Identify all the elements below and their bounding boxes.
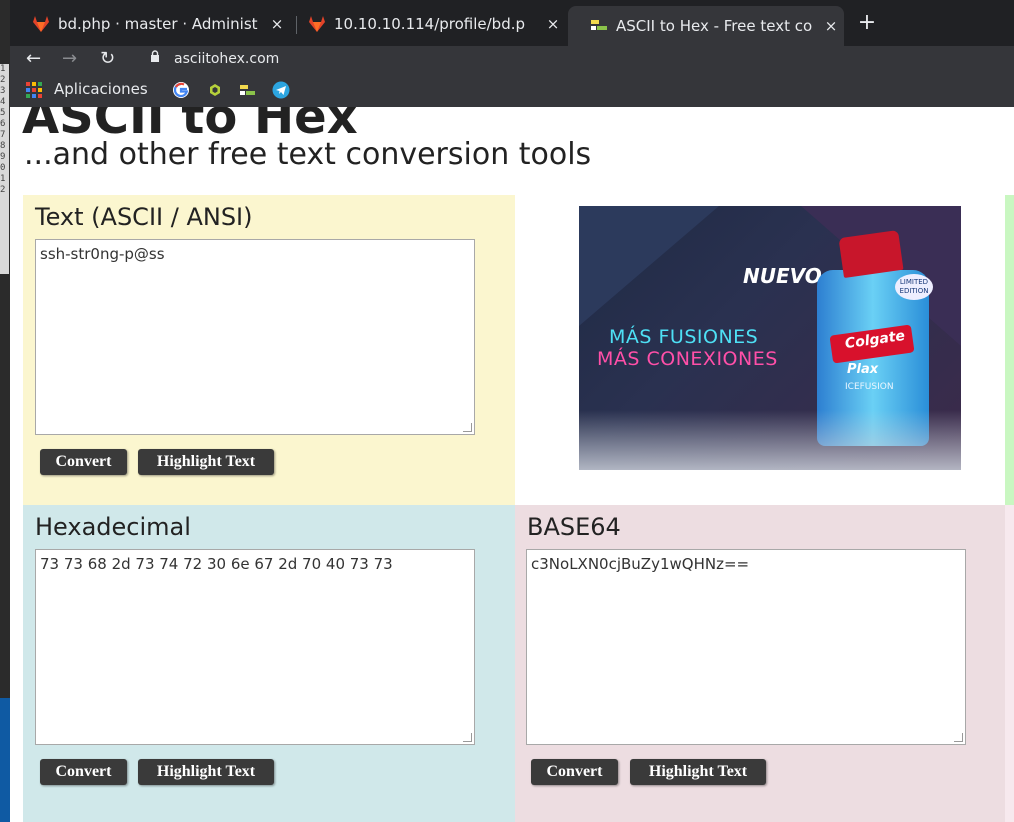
side-panel-strip [1005,195,1014,505]
page-content: ASCII to Hex ...and other free text conv… [10,107,1014,822]
tab-close-icon[interactable]: × [818,17,844,35]
text-input-value: ssh-str0ng-p@ss [40,245,165,263]
gitlab-icon [309,16,325,32]
address-bar[interactable]: asciitohex.com [174,51,279,67]
base64-highlight-button[interactable]: Highlight Text [630,759,766,785]
tab-title: bd.php · master · Administ [58,15,258,33]
hex-highlight-button[interactable]: Highlight Text [138,759,274,785]
telegram-icon[interactable] [272,81,290,99]
asciitohex-icon[interactable] [238,81,256,99]
site-subtitle: ...and other free text conversion tools [24,137,592,172]
text-panel: Text (ASCII / ANSI) ssh-str0ng-p@ss Conv… [23,195,515,505]
tab-gitlab-bd-php[interactable]: bd.php · master · Administ × [10,8,290,40]
side-panel-strip [1005,505,1014,822]
line-number: 7 [0,130,6,140]
limited-edition-badge: LIMITED EDITION [895,274,933,300]
ad-smoke [579,410,961,470]
line-number: 2 [0,185,6,195]
resize-handle-icon[interactable] [463,733,472,742]
base64-input-value: c3NoLXN0cjBuZy1wQHNz== [531,555,750,573]
editor-line-numbers: 123456789012 [0,64,9,274]
hex-convert-button[interactable]: Convert [40,759,127,785]
gitlab-icon [33,16,49,32]
browser-toolbar: ← → ↻ asciitohex.com [10,46,1014,74]
asciitohex-icon [591,20,607,30]
tab-title: ASCII to Hex - Free text co [616,17,813,35]
ad-slogan-line1: MÁS FUSIONES [609,326,759,348]
reload-icon[interactable]: ↻ [100,48,115,69]
browser-tab-bar: bd.php · master · Administ × 10.10.10.11… [10,0,1014,46]
advertisement-banner[interactable]: NUEVO MÁS FUSIONES MÁS CONEXIONES LIMITE… [579,206,961,470]
ad-slogan-line2: MÁS CONEXIONES [597,348,778,370]
back-icon[interactable]: ← [26,48,41,69]
base64-panel: BASE64 c3NoLXN0cjBuZy1wQHNz== Convert Hi… [515,505,1005,822]
text-convert-button[interactable]: Convert [40,449,127,475]
text-input[interactable]: ssh-str0ng-p@ss [35,239,475,435]
google-icon[interactable] [172,81,190,99]
line-number: 1 [0,174,6,184]
line-number: 0 [0,163,6,173]
line-number: 9 [0,152,6,162]
resize-handle-icon[interactable] [954,733,963,742]
line-number: 3 [0,86,6,96]
resize-handle-icon[interactable] [463,423,472,432]
desktop-edge: 123456789012 [0,0,10,822]
apps-label[interactable]: Aplicaciones [54,80,148,98]
product-name: Plax [847,362,879,377]
lock-icon[interactable] [150,50,160,63]
product-variant: ICEFUSION [845,382,894,392]
hex-panel-heading: Hexadecimal [35,513,191,541]
bottle-cap [838,230,904,278]
base64-input[interactable]: c3NoLXN0cjBuZy1wQHNz== [526,549,966,745]
base64-convert-button[interactable]: Convert [531,759,618,785]
bookmarks-bar: Aplicaciones [10,74,1014,107]
line-number: 6 [0,119,6,129]
hex-panel: Hexadecimal 73 73 68 2d 73 74 72 30 6e 6… [23,505,515,822]
ad-panel: NUEVO MÁS FUSIONES MÁS CONEXIONES LIMITE… [515,195,1005,505]
tab-title: 10.10.10.114/profile/bd.p [334,15,526,33]
text-panel-heading: Text (ASCII / ANSI) [35,203,253,231]
text-highlight-button[interactable]: Highlight Text [138,449,274,475]
line-number: 4 [0,97,6,107]
tab-gitlab-profile[interactable]: 10.10.10.114/profile/bd.p × [286,8,566,40]
line-number: 5 [0,108,6,118]
hex-input-value: 73 73 68 2d 73 74 72 30 6e 67 2d 70 40 7… [40,555,393,573]
hex-input[interactable]: 73 73 68 2d 73 74 72 30 6e 67 2d 70 40 7… [35,549,475,745]
apps-grid-icon[interactable] [26,82,42,98]
extension-icon[interactable] [206,81,224,99]
desktop-background [0,698,10,822]
new-tab-button[interactable]: + [856,10,878,35]
line-number: 1 [0,64,6,74]
tab-close-icon[interactable]: × [540,15,566,33]
base64-panel-heading: BASE64 [527,513,621,541]
tab-asciitohex[interactable]: ASCII to Hex - Free text co × [568,6,844,46]
forward-icon[interactable]: → [62,48,77,69]
ad-shape [579,206,719,326]
line-number: 8 [0,141,6,151]
line-number: 2 [0,75,6,85]
ad-headline: NUEVO [743,264,822,288]
